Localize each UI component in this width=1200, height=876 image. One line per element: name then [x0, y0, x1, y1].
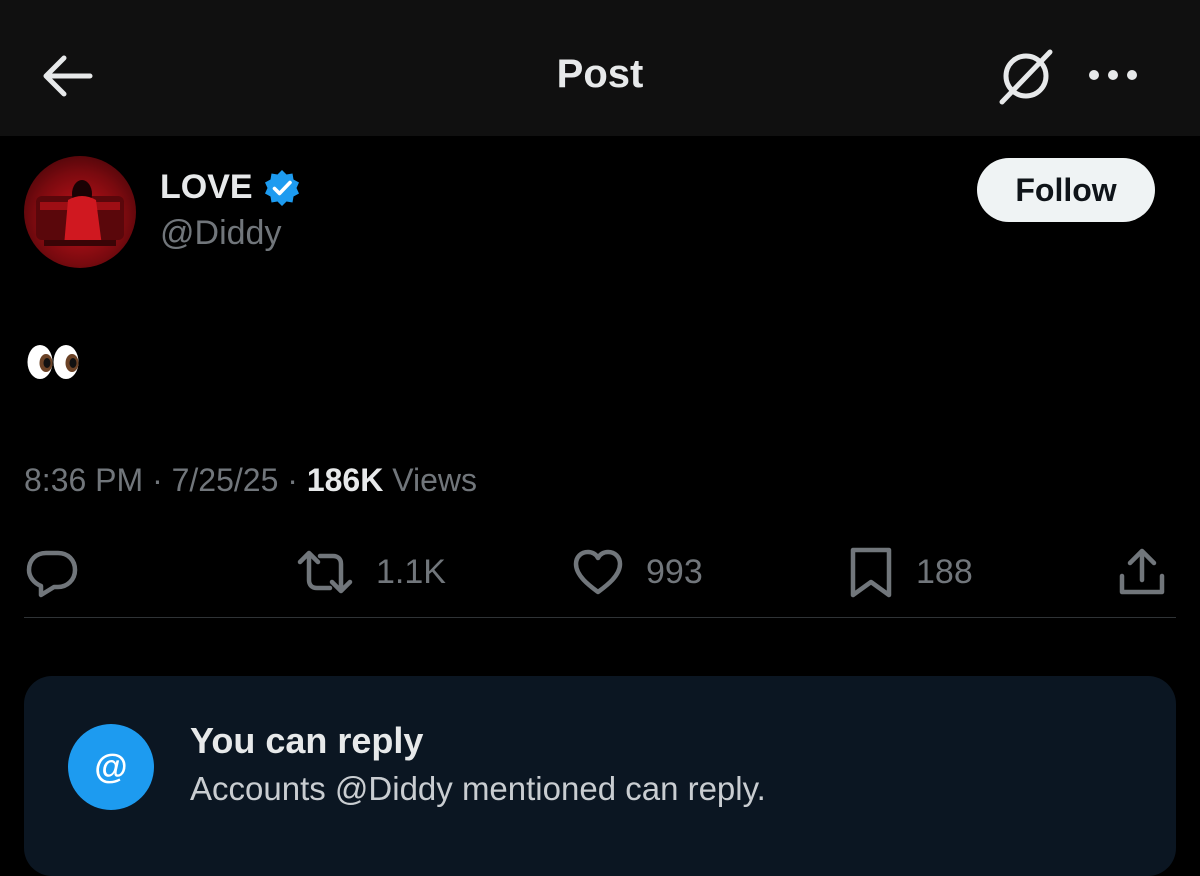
repost-count: 1.1K [376, 552, 446, 591]
like-button[interactable]: 993 [570, 544, 703, 600]
views-count[interactable]: 186K [307, 462, 384, 498]
heart-icon [573, 549, 623, 595]
post-time: 8:36 PM [24, 462, 144, 498]
post-date: 7/25/25 [171, 462, 279, 498]
meta-separator: · [143, 462, 172, 498]
bookmark-count: 188 [916, 552, 973, 591]
reply-restriction-card: @ You can reply Accounts @Diddy mentione… [24, 676, 1176, 876]
top-bar: Post [0, 0, 1200, 136]
repost-icon [297, 550, 353, 594]
avatar-image [36, 180, 124, 246]
at-sign-icon: @ [68, 724, 154, 810]
reply-button[interactable] [24, 544, 80, 600]
repost-button[interactable]: 1.1K [294, 544, 446, 600]
post-text [26, 340, 82, 384]
bookmark-icon [850, 547, 892, 598]
more-options-button[interactable] [1084, 60, 1142, 90]
bookmark-button[interactable]: 188 [846, 544, 973, 600]
author-display-name[interactable]: LOVE [160, 168, 253, 207]
like-count: 993 [646, 552, 703, 591]
grok-button[interactable] [996, 46, 1054, 108]
post-meta: 8:36 PM · 7/25/25 · 186K Views [24, 462, 477, 499]
share-button[interactable] [1114, 544, 1170, 600]
eyes-emoji [27, 345, 79, 379]
follow-button[interactable]: Follow [977, 158, 1155, 222]
verified-badge-icon [265, 170, 299, 206]
more-dots-icon [1089, 70, 1137, 80]
divider [24, 617, 1176, 618]
avatar[interactable] [24, 156, 136, 268]
reply-notice-title: You can reply [190, 720, 424, 761]
meta-separator: · [278, 462, 307, 498]
reply-icon [26, 550, 78, 598]
reply-notice-subtitle: Accounts @Diddy mentioned can reply. [190, 770, 766, 807]
share-icon [1119, 548, 1165, 595]
author-handle[interactable]: @Diddy [160, 214, 281, 253]
grok-icon [999, 49, 1053, 105]
views-label: Views [383, 462, 477, 498]
